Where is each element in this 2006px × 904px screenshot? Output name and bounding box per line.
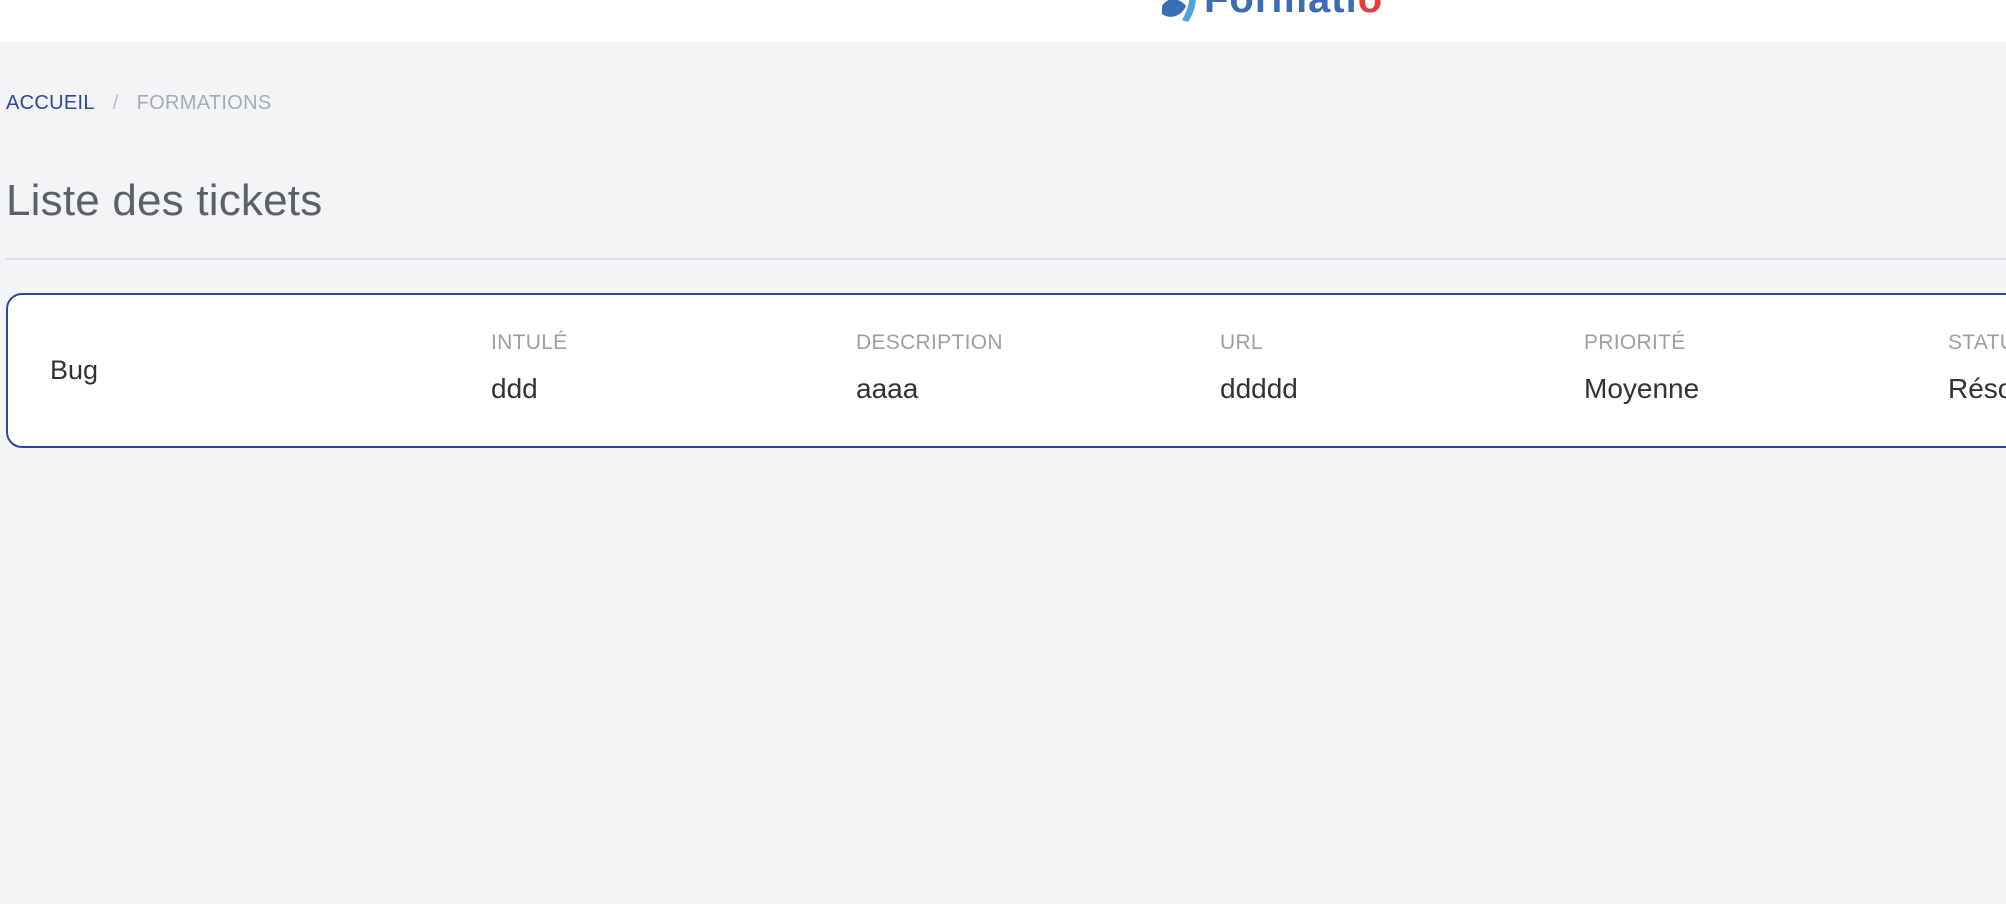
ticket-field-priority: PRIORITÉ Moyenne [1584,331,1699,405]
ticket-type: Bug [50,355,99,385]
top-header: Formatio [0,0,2006,42]
breadcrumb-home-link[interactable]: ACCUEIL [6,92,95,115]
field-label-status: STATUT [1948,331,2006,354]
field-label-url: URL [1220,331,1263,354]
breadcrumb-current: FORMATIONS [136,92,272,114]
logo-text: Formatio [1204,0,1383,22]
ticket-field-status: STATUT Résolu [1948,331,2006,405]
field-value-title: ddd [491,373,538,404]
title-divider [6,258,2006,260]
field-value-status: Résolu [1948,373,2006,404]
field-value-priority: Moyenne [1584,373,1700,404]
ticket-field-url: URL ddddd [1220,331,1298,405]
field-label-priority: PRIORITÉ [1584,331,1686,354]
field-value-description: aaaa [856,373,919,404]
breadcrumb-separator: / [112,92,119,114]
field-label-title: INTULÉ [491,331,568,354]
ticket-field-description: DESCRIPTION aaaa [856,331,1003,405]
app-logo[interactable]: Formatio [1158,0,1383,22]
ticket-card[interactable]: Bug INTULÉ ddd DESCRIPTION aaaa URL dddd… [6,293,2006,448]
page-title: Liste des tickets [6,176,323,225]
ticket-field-title: INTULÉ ddd [491,331,567,405]
field-value-url: ddddd [1220,373,1298,404]
field-label-description: DESCRIPTION [856,331,1003,354]
breadcrumb: ACCUEIL / FORMATIONS [6,92,272,115]
logo-mark-icon [1162,0,1196,22]
